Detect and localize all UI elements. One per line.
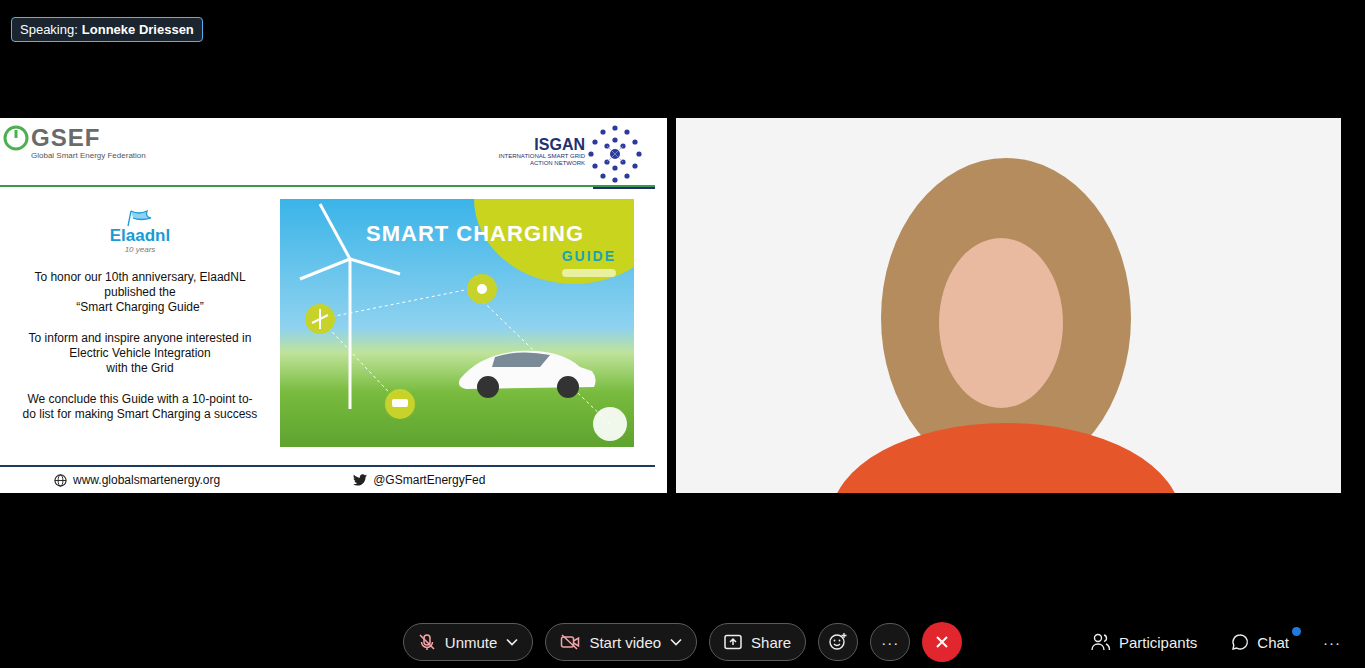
slide-paragraph: To honor our 10th anniversary, ElaadNLpu… bbox=[34, 270, 245, 315]
paragraph-line: To inform and inspire anyone interested … bbox=[29, 331, 252, 346]
flag-icon bbox=[125, 209, 155, 227]
share-screen-icon bbox=[724, 634, 742, 650]
isgan-text: ISGAN INTERNATIONAL SMART GRID ACTION NE… bbox=[485, 122, 585, 167]
more-button[interactable]: ··· bbox=[870, 623, 910, 661]
close-icon bbox=[935, 635, 949, 649]
elaadnl-tagline: 10 years bbox=[125, 245, 156, 254]
cover-title: SMART CHARGING bbox=[366, 221, 584, 247]
paragraph-line: “Smart Charging Guide” bbox=[34, 300, 245, 315]
paragraph-line: To honor our 10th anniversary, ElaadNL bbox=[34, 270, 245, 285]
elaadnl-logo: Elaadnl 10 years bbox=[110, 209, 170, 254]
isgan-subtitle: INTERNATIONAL SMART GRID ACTION NETWORK bbox=[485, 153, 585, 167]
slide-header: GSEF Global Smart Energy Federation ISGA… bbox=[0, 118, 655, 185]
gsef-logo: GSEF Global Smart Energy Federation bbox=[3, 118, 146, 160]
paragraph-line: Electric Vehicle Integration bbox=[29, 346, 252, 361]
cover-subtitle: GUIDE bbox=[562, 248, 616, 264]
top-area bbox=[0, 0, 1365, 118]
chat-label: Chat bbox=[1257, 634, 1289, 651]
slide-paragraph: We conclude this Guide with a 10-point t… bbox=[23, 392, 258, 422]
slide-paragraph: To inform and inspire anyone interested … bbox=[29, 331, 252, 376]
paragraph-line: with the Grid bbox=[29, 361, 252, 376]
more-label: ··· bbox=[881, 634, 899, 651]
gsef-subtitle: Global Smart Energy Federation bbox=[31, 151, 146, 160]
twitter-icon bbox=[353, 474, 367, 486]
paragraph-line: do list for making Smart Charging a succ… bbox=[23, 407, 258, 422]
more-options-button[interactable]: ··· bbox=[1317, 630, 1347, 655]
spacer bbox=[0, 493, 1365, 622]
paragraph-line: We conclude this Guide with a 10-point t… bbox=[23, 392, 258, 407]
elaadnl-name: Elaadnl bbox=[110, 227, 170, 245]
gsef-text: GSEF Global Smart Energy Federation bbox=[31, 125, 146, 160]
smiley-icon bbox=[828, 632, 848, 652]
participants-label: Participants bbox=[1119, 634, 1197, 651]
website-text: www.globalsmartenergy.org bbox=[73, 473, 220, 487]
camera-icon bbox=[560, 634, 580, 650]
share-label: Share bbox=[751, 634, 791, 651]
slide-content: GSEF Global Smart Energy Federation ISGA… bbox=[0, 118, 667, 493]
unmute-label: Unmute bbox=[445, 634, 498, 651]
more-options-label: ··· bbox=[1323, 634, 1341, 651]
isgan-logo: ISGAN INTERNATIONAL SMART GRID ACTION NE… bbox=[485, 118, 655, 184]
guide-cover: SMART CHARGING GUIDE bbox=[280, 199, 634, 447]
speaking-badge: Speaking: Lonneke Driessen bbox=[11, 17, 203, 42]
chat-button[interactable]: Chat bbox=[1225, 629, 1295, 655]
participant-video bbox=[676, 118, 1341, 493]
speaker-name: Lonneke Driessen bbox=[82, 22, 194, 37]
shared-slide: GSEF Global Smart Energy Federation ISGA… bbox=[0, 118, 667, 493]
end-call-button[interactable] bbox=[922, 622, 962, 662]
gsef-name: GSEF bbox=[31, 125, 146, 151]
paragraph-line: published the bbox=[34, 285, 245, 300]
toolbar-right: Participants Chat ··· bbox=[962, 629, 1365, 655]
slide-footer: www.globalsmartenergy.org @GSmartEnergyF… bbox=[0, 465, 655, 493]
power-icon bbox=[3, 125, 29, 151]
footer-twitter: @GSmartEnergyFed bbox=[353, 473, 485, 487]
chevron-down-icon bbox=[506, 638, 518, 646]
header-divider bbox=[0, 185, 655, 187]
people-icon bbox=[1091, 633, 1111, 651]
start-video-button[interactable]: Start video bbox=[545, 623, 697, 661]
reactions-button[interactable] bbox=[818, 623, 858, 661]
toolbar-center: Unmute Start video Share ··· bbox=[403, 622, 962, 662]
chevron-down-icon bbox=[670, 638, 682, 646]
slide-text-column: Elaadnl 10 years To honor our 10th anniv… bbox=[0, 199, 280, 465]
network-icon bbox=[585, 122, 645, 184]
cover-pill bbox=[562, 269, 616, 277]
participants-button[interactable]: Participants bbox=[1085, 629, 1203, 655]
microphone-icon bbox=[418, 633, 436, 651]
meeting-toolbar: Unmute Start video Share ··· Participant… bbox=[0, 622, 1365, 660]
twitter-text: @GSmartEnergyFed bbox=[373, 473, 485, 487]
footer-website: www.globalsmartenergy.org bbox=[54, 473, 220, 487]
speaking-label: Speaking: bbox=[20, 22, 78, 37]
isgan-name: ISGAN bbox=[485, 136, 585, 153]
globe-icon bbox=[54, 474, 67, 487]
accent-divider bbox=[593, 187, 655, 189]
start-video-label: Start video bbox=[589, 634, 661, 651]
stage: GSEF Global Smart Energy Federation ISGA… bbox=[0, 118, 1365, 493]
meeting-window: Speaking: Lonneke Driessen GSEF Global S… bbox=[0, 0, 1365, 668]
chat-bubble-icon bbox=[1231, 633, 1249, 651]
slide-body: Elaadnl 10 years To honor our 10th anniv… bbox=[0, 187, 655, 465]
share-button[interactable]: Share bbox=[709, 623, 806, 661]
unmute-button[interactable]: Unmute bbox=[403, 623, 534, 661]
unread-dot bbox=[1292, 627, 1301, 636]
person-icon bbox=[676, 118, 1341, 493]
